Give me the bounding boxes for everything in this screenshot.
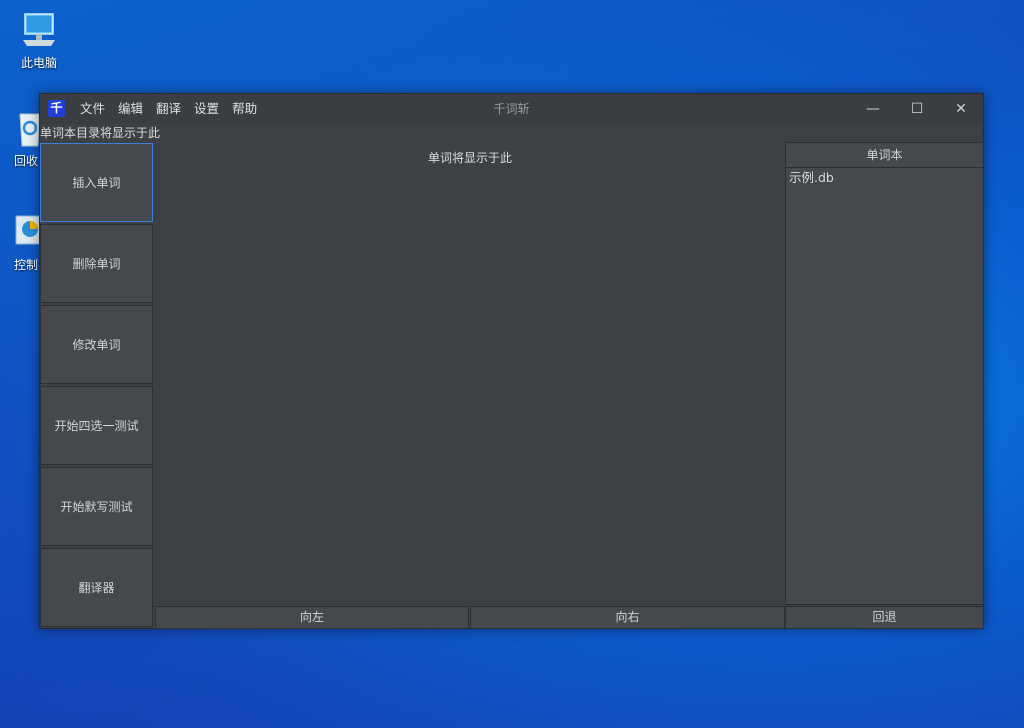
word-display-area: 单词将显示于此 [155,143,785,605]
translator-button[interactable]: 翻译器 [40,548,153,627]
delete-word-button[interactable]: 删除单词 [40,224,153,303]
maximize-icon: ☐ [910,101,924,117]
wordbook-header: 单词本 [786,143,983,168]
multiple-choice-test-button[interactable]: 开始四选一测试 [40,386,153,465]
close-icon: ✕ [955,101,967,117]
edit-word-button[interactable]: 修改单词 [40,305,153,384]
minimize-icon: — [866,101,880,117]
computer-icon [19,10,59,50]
title-bar: 千 文件 编辑 翻译 设置 帮助 千词斩 — ☐ ✕ [40,94,983,124]
desktop-icon-label: 此电脑 [20,56,57,70]
wordbook-item[interactable]: 示例.db [786,168,983,188]
left-button[interactable]: 向左 [155,606,469,629]
window-title: 千词斩 [493,102,530,116]
dictation-test-button[interactable]: 开始默写测试 [40,467,153,546]
maximize-button[interactable]: ☐ [895,94,939,124]
app-window: 千 文件 编辑 翻译 设置 帮助 千词斩 — ☐ ✕ 单词本目录将显示于此 插入… [39,93,984,629]
minimize-button[interactable]: — [851,94,895,124]
insert-word-button[interactable]: 插入单词 [40,143,153,222]
back-button[interactable]: 回退 [785,606,984,629]
wordbook-panel: 单词本 示例.db [785,142,984,605]
desktop-icon-this-pc[interactable]: 此电脑 [4,10,74,71]
wordbook-catalog-hint: 单词本目录将显示于此 [40,126,161,140]
word-display-hint: 单词将显示于此 [427,151,512,165]
close-button[interactable]: ✕ [939,94,983,124]
right-button[interactable]: 向右 [470,606,785,629]
